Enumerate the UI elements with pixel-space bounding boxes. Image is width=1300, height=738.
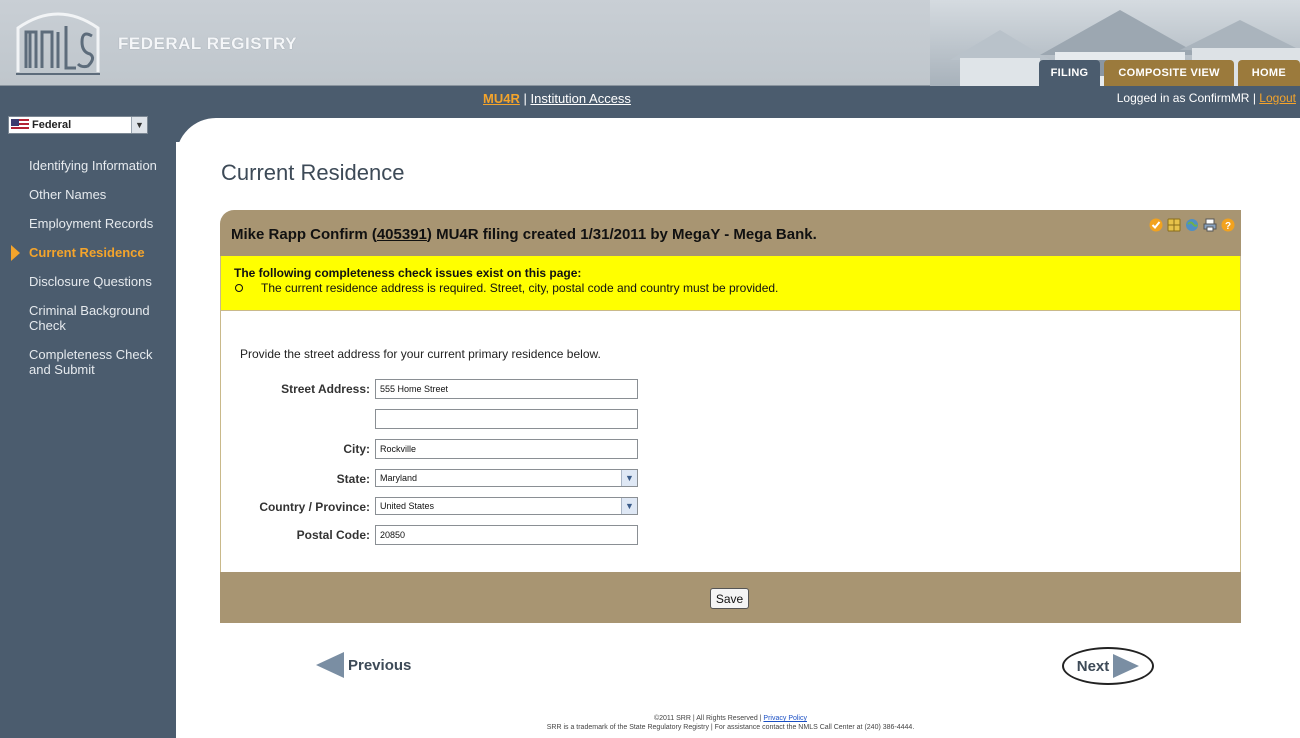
state-label: State:	[336, 472, 370, 486]
sidebar-item-employment-records[interactable]: Employment Records	[0, 216, 176, 231]
tab-composite-view[interactable]: COMPOSITE VIEW	[1104, 60, 1234, 86]
header-banner: FEDERAL REGISTRY FILING COMPOSITE VIEW H…	[0, 0, 1300, 86]
filing-panel-header: Mike Rapp Confirm (405391) MU4R filing c…	[220, 210, 1241, 256]
mu4r-link[interactable]: MU4R	[483, 91, 520, 106]
chevron-down-icon[interactable]: ▼	[621, 470, 637, 486]
country-label: Country / Province:	[259, 500, 370, 514]
sub-navigation-bar: MU4R | Institution Access Logged in as C…	[0, 86, 1300, 112]
filing-title-suffix: ) MU4R filing created 1/31/2011 by MegaY…	[426, 226, 817, 243]
user-status: Logged in as ConfirmMR | Logout	[1117, 91, 1296, 105]
grid-icon[interactable]	[1167, 218, 1181, 232]
street-address-input[interactable]: 555 Home Street	[375, 379, 638, 399]
postal-code-input[interactable]: 20850	[375, 525, 638, 545]
save-bar: Save	[220, 572, 1241, 623]
tab-home[interactable]: HOME	[1237, 60, 1300, 86]
checkmark-icon[interactable]	[1149, 218, 1163, 232]
state-row: State: Maryland ▼	[221, 469, 1242, 489]
institution-access-link[interactable]: Institution Access	[530, 91, 630, 106]
footer-line1: ©2011 SRR | All Rights Reserved | Privac…	[220, 714, 1241, 723]
sidebar-item-other-names[interactable]: Other Names	[0, 187, 176, 202]
form-intro: Provide the street address for your curr…	[240, 347, 601, 361]
city-label: City:	[343, 442, 370, 456]
logout-link[interactable]: Logout	[1259, 91, 1296, 105]
brand-title: FEDERAL REGISTRY	[118, 34, 297, 53]
jurisdiction-value: Federal	[32, 119, 72, 131]
sidebar-item-criminal-background-check[interactable]: Criminal Background Check	[0, 303, 176, 333]
active-arrow-icon	[11, 245, 20, 261]
residence-form: Provide the street address for your curr…	[220, 310, 1241, 572]
postal-code-label: Postal Code:	[296, 528, 370, 542]
breadcrumb: MU4R | Institution Access	[483, 91, 631, 106]
warning-title: The following completeness check issues …	[234, 266, 582, 280]
print-icon[interactable]	[1203, 218, 1217, 232]
footer-line2: SRR is a trademark of the State Regulato…	[546, 724, 915, 731]
country-row: Country / Province: United States ▼	[221, 497, 1242, 517]
previous-button[interactable]: Previous	[316, 652, 411, 678]
page-title: Current Residence	[221, 160, 405, 185]
footer: ©2011 SRR | All Rights Reserved | Privac…	[220, 714, 1241, 732]
next-button[interactable]: Next	[1062, 647, 1154, 685]
logout-separator: |	[1252, 91, 1256, 105]
completeness-warning: The following completeness check issues …	[220, 256, 1241, 310]
chevron-down-icon[interactable]: ▼	[621, 498, 637, 514]
arrow-left-icon	[316, 652, 344, 678]
chevron-down-icon[interactable]: ▼	[131, 117, 147, 133]
filing-title: Mike Rapp Confirm (405391) MU4R filing c…	[231, 226, 817, 243]
previous-label: Previous	[348, 656, 412, 674]
svg-text:?: ?	[1225, 221, 1231, 232]
state-value: Maryland	[380, 473, 418, 483]
save-button[interactable]: Save	[710, 588, 749, 609]
state-select[interactable]: Maryland ▼	[375, 469, 638, 487]
postal-row: Postal Code: 20850	[221, 525, 1242, 545]
logged-in-text: Logged in as ConfirmMR	[1116, 91, 1250, 105]
filing-title-prefix: Mike Rapp Confirm (	[231, 226, 377, 243]
street-address-line2-input[interactable]	[375, 409, 638, 429]
sidebar-nav: Identifying Information Other Names Empl…	[0, 158, 176, 391]
street-address-label: Street Address:	[281, 382, 370, 396]
bullet-icon	[235, 284, 243, 292]
sidebar-item-completeness-check[interactable]: Completeness Check and Submit	[0, 347, 176, 377]
sidebar-item-current-residence[interactable]: Current Residence	[0, 245, 176, 261]
panel-toolbar: ?	[1149, 218, 1235, 232]
tab-filing[interactable]: FILING	[1038, 60, 1101, 86]
sidebar-item-label: Current Residence	[29, 245, 145, 260]
privacy-policy-link[interactable]: Privacy Policy	[763, 715, 807, 722]
main-tabs: FILING COMPOSITE VIEW HOME	[1035, 60, 1300, 86]
city-input[interactable]: Rockville	[375, 439, 638, 459]
copyright-text: ©2011 SRR | All Rights Reserved |	[653, 715, 764, 722]
warning-issue-text: The current residence address is require…	[261, 281, 779, 295]
content-curve	[176, 118, 1300, 158]
next-label: Next	[1076, 657, 1110, 675]
help-icon[interactable]: ?	[1221, 218, 1235, 232]
country-value: United States	[380, 501, 435, 511]
city-row: City: Rockville	[221, 439, 1242, 459]
sidebar-item-identifying-information[interactable]: Identifying Information	[0, 158, 176, 173]
warning-issue: The current residence address is require…	[235, 281, 778, 295]
nmls-logo	[16, 12, 100, 75]
sidebar-item-disclosure-questions[interactable]: Disclosure Questions	[0, 274, 176, 289]
us-flag-icon	[11, 119, 29, 131]
street-row: Street Address: 555 Home Street	[221, 379, 1242, 399]
arrow-right-icon	[1113, 654, 1140, 678]
breadcrumb-separator: |	[523, 91, 527, 106]
country-select[interactable]: United States ▼	[375, 497, 638, 515]
street2-row	[221, 409, 1242, 429]
globe-icon[interactable]	[1185, 218, 1199, 232]
filing-id-link[interactable]: 405391	[377, 226, 427, 243]
jurisdiction-select[interactable]: Federal ▼	[8, 116, 148, 134]
